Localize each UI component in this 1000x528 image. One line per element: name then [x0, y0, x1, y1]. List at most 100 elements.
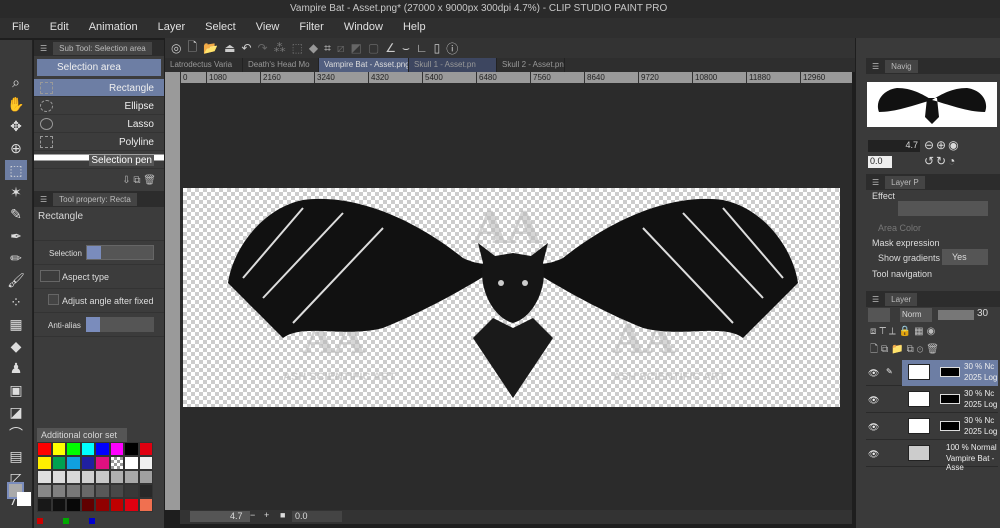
fill-icon[interactable]: ◆ — [309, 41, 318, 55]
snap-special-icon[interactable]: ◩ — [351, 41, 362, 55]
color-swatch[interactable] — [109, 456, 124, 470]
layer-row[interactable]: 👁 30 % Nc 2025 Log — [866, 414, 998, 440]
angle-value[interactable]: 0.0 — [292, 511, 342, 522]
color-swatch[interactable] — [124, 498, 139, 512]
color-swatch[interactable] — [66, 484, 81, 498]
zoom-in-button[interactable]: + — [264, 510, 269, 520]
menu-animation[interactable]: Animation — [77, 18, 146, 38]
frame-icon[interactable]: ▤ — [5, 446, 27, 466]
tab-skull-2[interactable]: Skull 2 - Asset.pn — [497, 58, 565, 72]
layer-tab[interactable]: Layer — [885, 292, 918, 306]
navigator-tab[interactable]: Navig — [885, 59, 918, 73]
color-swatch[interactable] — [80, 456, 95, 470]
zoom-tool-icon[interactable]: ⌕ — [5, 72, 27, 92]
subtool-rectangle[interactable]: Rectangle — [34, 79, 164, 97]
stabilize-icon[interactable]: ∠ — [385, 41, 396, 55]
color-swatch[interactable] — [37, 498, 52, 512]
color-swatch[interactable] — [95, 456, 110, 470]
effect-buttons[interactable] — [898, 201, 988, 216]
color-swatch[interactable] — [138, 442, 153, 456]
color-swatch[interactable] — [109, 484, 124, 498]
clip-studio-icon[interactable]: ◎ — [171, 41, 181, 55]
pressure-icon[interactable]: ∟ — [416, 41, 428, 55]
hand-tool-icon[interactable]: ✋ — [5, 94, 27, 114]
color-swatch[interactable] — [95, 484, 110, 498]
color-swatch[interactable] — [95, 442, 110, 456]
show-gradients-select[interactable]: Yes — [942, 249, 988, 265]
tab-vampire-bat[interactable]: Vampire Bat - Asset.png* — [319, 58, 409, 72]
undo-icon[interactable]: ↶ — [241, 41, 251, 55]
color-swatch[interactable] — [80, 470, 95, 484]
color-swatch[interactable] — [95, 470, 110, 484]
snap-grid-icon[interactable]: ▢ — [368, 41, 379, 55]
eye-icon[interactable]: 👁 — [868, 368, 879, 379]
transform-icon[interactable]: ⌗ — [324, 41, 331, 56]
opacity-value[interactable]: 30 — [977, 308, 988, 319]
color-swatch[interactable] — [37, 456, 52, 470]
anti-alias-buttons[interactable] — [86, 317, 154, 332]
save-icon[interactable]: ⇩ — [122, 175, 133, 186]
trash-icon[interactable]: 🗑 — [143, 175, 156, 186]
menu-icon[interactable]: ☰ — [40, 44, 47, 53]
layer-row[interactable]: 👁 100 % Normal Vampire Bat - Asse — [866, 441, 998, 472]
color-swatch[interactable] — [51, 456, 66, 470]
menu-edit[interactable]: Edit — [38, 18, 77, 38]
layer-row[interactable]: 👁 30 % Nc 2025 Log — [866, 387, 998, 413]
color-swatch[interactable] — [109, 498, 124, 512]
eye-icon[interactable]: 👁 — [868, 395, 879, 406]
sub-tool-tab[interactable]: Sub Tool: Selection area — [53, 41, 152, 55]
color-swatch[interactable] — [51, 470, 66, 484]
eyedropper-icon[interactable]: ✎ — [5, 204, 27, 224]
color-swatch[interactable] — [37, 484, 52, 498]
color-swatch[interactable] — [37, 442, 52, 456]
color-swatch[interactable] — [51, 498, 66, 512]
layer-action-icons[interactable]: ⧈⊤⊥🔒▦◉ — [870, 326, 994, 340]
sub-tool-group[interactable]: Selection area — [37, 59, 161, 76]
snap-ruler-icon[interactable]: ⧄ — [337, 41, 345, 56]
color-swatch[interactable] — [124, 442, 139, 456]
color-swatch[interactable] — [109, 442, 124, 456]
figure-icon[interactable]: ⌒ — [5, 424, 27, 444]
navigator-rotate-buttons[interactable]: ↺↻◔ — [924, 154, 957, 168]
eraser-icon[interactable]: ◆ — [5, 336, 27, 356]
open-folder-icon[interactable]: 📂 — [203, 41, 218, 55]
eye-icon[interactable]: 👁 — [868, 422, 879, 433]
color-swatch[interactable] — [138, 470, 153, 484]
color-swatch[interactable] — [80, 498, 95, 512]
crop-icon[interactable]: ⬚ — [292, 41, 303, 55]
new-file-icon[interactable]: 🗋 — [187, 38, 197, 59]
color-set-select[interactable]: Additional color set — [37, 428, 127, 442]
duplicate-icon[interactable]: ⧉ — [133, 175, 143, 186]
color-swatch[interactable] — [80, 484, 95, 498]
color-swatch[interactable] — [109, 470, 124, 484]
color-swatch[interactable] — [66, 442, 81, 456]
menu-select[interactable]: Select — [193, 18, 244, 38]
color-swatch[interactable] — [138, 498, 153, 512]
tab-skull-1[interactable]: Skull 1 - Asset.pn — [409, 58, 497, 72]
tab-latrodectus[interactable]: Latrodectus Varia — [165, 58, 243, 72]
color-swatch[interactable] — [124, 456, 139, 470]
navigator-angle[interactable]: 0.0 — [868, 156, 892, 168]
color-swatch[interactable] — [66, 498, 81, 512]
color-swatch[interactable] — [124, 484, 139, 498]
decoration-icon[interactable]: ▦ — [5, 314, 27, 334]
color-swatch[interactable] — [80, 442, 95, 456]
eye-icon[interactable]: 👁 — [868, 449, 879, 460]
stroke-icon[interactable]: ⌣ — [402, 41, 410, 56]
operation-tool-icon[interactable]: ⊕ — [5, 138, 27, 158]
color-swatch[interactable] — [138, 484, 153, 498]
blend-icon[interactable]: ♟ — [5, 358, 27, 378]
gradient-icon[interactable]: ◪ — [5, 402, 27, 422]
menu-view[interactable]: View — [244, 18, 288, 38]
color-swatch[interactable] — [124, 470, 139, 484]
navigator-preview[interactable] — [867, 82, 997, 127]
selection-tool-icon[interactable]: ⬚ — [5, 160, 27, 180]
brush-icon[interactable]: 🖌 — [5, 270, 27, 290]
fit-button[interactable]: ■ — [280, 510, 285, 520]
subtool-selection-pen[interactable]: Selection pen — [34, 151, 164, 169]
menu-layer[interactable]: Layer — [146, 18, 194, 38]
menu-help[interactable]: Help — [391, 18, 434, 38]
adjust-angle-checkbox[interactable] — [48, 294, 59, 305]
redo-icon[interactable]: ↷ — [258, 41, 268, 55]
menu-file[interactable]: File — [0, 18, 38, 38]
